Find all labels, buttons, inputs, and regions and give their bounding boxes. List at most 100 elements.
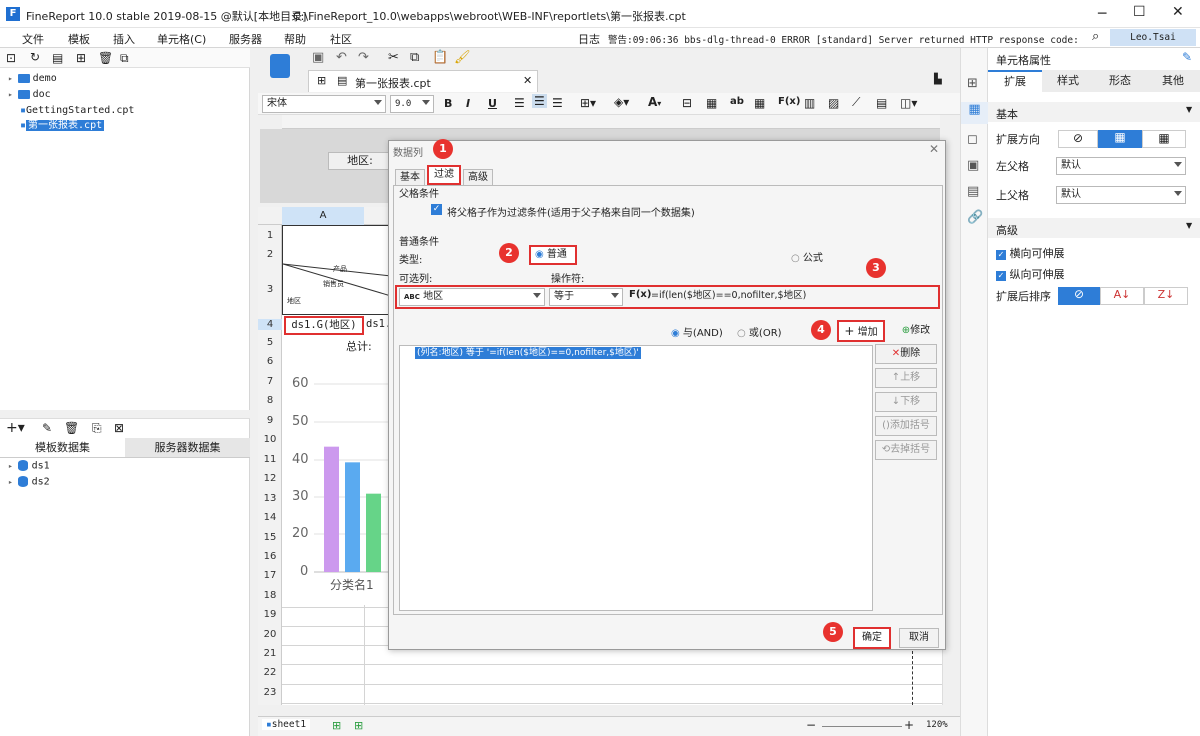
up-parent-select[interactable]: 默认	[1056, 186, 1186, 204]
search-icon[interactable]: ⌕	[1092, 29, 1099, 44]
zoom-minus-icon[interactable]: −	[806, 718, 816, 732]
menu-file[interactable]: 文件	[22, 31, 44, 47]
expand-horizontal-button[interactable]: ▦	[1142, 130, 1186, 148]
editor-tab[interactable]: ⊞ ▤ 第一张报表.cpt ✕	[308, 70, 538, 92]
cancel-button[interactable]: 取消	[899, 628, 939, 648]
formula-input[interactable]: =if(len($地区)==0,nofilter,$地区)	[647, 288, 937, 306]
border-icon[interactable]: ⊞▾	[580, 96, 596, 110]
panel-settings-icon[interactable]: ✎	[1182, 50, 1192, 64]
menu-cell[interactable]: 单元格(C)	[157, 31, 206, 47]
table-icon[interactable]: ▦	[754, 96, 765, 110]
add-sheet2-icon[interactable]: ⊞	[354, 719, 363, 732]
save-icon[interactable]: ▣	[312, 50, 324, 65]
align-right-icon[interactable]: ☰	[552, 96, 563, 110]
menu-insert[interactable]: 插入	[113, 31, 135, 47]
tab-style[interactable]: 样式	[1042, 70, 1094, 92]
tab-server-dataset[interactable]: 服务器数据集	[125, 438, 250, 458]
add-sheet-icon[interactable]: ⊞	[332, 719, 341, 732]
align-center-icon[interactable]: ☰	[532, 94, 547, 108]
layout-icon[interactable]: ⊞	[967, 76, 978, 91]
tab-template-dataset[interactable]: 模板数据集	[0, 438, 125, 458]
insert-cell-icon[interactable]: ▦	[706, 96, 717, 110]
tab-shape[interactable]: 形态	[1094, 70, 1146, 92]
zoom-slider[interactable]	[822, 726, 902, 727]
tab-expand[interactable]: 扩展	[988, 70, 1042, 92]
radio-formula[interactable]: ○ 公式	[791, 249, 823, 264]
close-icon[interactable]: ✕	[1172, 4, 1184, 20]
column-select[interactable]: ABC 地区	[399, 288, 545, 306]
sort-desc-button[interactable]: Z↓	[1144, 287, 1188, 305]
new-folder-icon[interactable]: ⊡	[6, 51, 16, 65]
tab-close-icon[interactable]: ✕	[523, 74, 532, 87]
add-button[interactable]: + 增加	[837, 320, 885, 342]
delete-icon[interactable]: 🗑	[98, 51, 113, 65]
chart-icon[interactable]: ▥	[804, 96, 815, 110]
more-icon[interactable]: ◫▾	[900, 96, 917, 110]
font-select[interactable]: 宋体	[262, 95, 386, 113]
template-icon[interactable]	[270, 54, 290, 78]
user-badge[interactable]: Leo.Tsai	[1110, 29, 1196, 46]
condition-icon[interactable]: ▣	[967, 158, 979, 173]
hyperlink-icon[interactable]: 🔗	[967, 210, 983, 225]
underline-icon[interactable]: U	[488, 97, 497, 110]
menu-help[interactable]: 帮助	[284, 31, 306, 47]
move-down-button[interactable]: ↓下移	[875, 392, 937, 412]
remove-bracket-button[interactable]: ⟲去掉括号	[875, 440, 937, 460]
paste-icon[interactable]: 📋	[432, 50, 448, 65]
move-up-button[interactable]: ↑上移	[875, 368, 937, 388]
tree-item-demo[interactable]: ▸ demo	[8, 72, 57, 86]
formula-icon[interactable]: F(x)	[778, 96, 800, 107]
cell-b4[interactable]: ds1.	[366, 318, 390, 335]
open-icon[interactable]: ▤	[52, 51, 63, 65]
expand-vertical-button[interactable]: ▦	[1098, 130, 1142, 148]
tab-advanced[interactable]: 高级	[463, 169, 493, 185]
locate-icon[interactable]: ⊞	[76, 51, 86, 65]
cell-a4[interactable]: ds1.G(地区)	[284, 316, 364, 335]
cell-attr-icon[interactable]: ▦	[961, 102, 988, 124]
element-icon[interactable]: ▤	[967, 184, 979, 199]
splitter[interactable]	[0, 410, 250, 419]
bar-chart[interactable]	[282, 372, 388, 602]
widget-icon[interactable]: ◻	[967, 132, 978, 147]
operator-select[interactable]: 等于	[549, 288, 623, 306]
condition-item[interactable]: (列名:地区) 等于 '=if(len($地区)==0,nofilter,$地区…	[415, 347, 641, 359]
format-brush-icon[interactable]: 🖌	[454, 50, 471, 65]
tree-item-gettingstarted[interactable]: ▪GettingStarted.cpt	[20, 104, 134, 118]
alert-text[interactable]: 警告:09:06:36 bbs-dlg-thread-0 ERROR [stan…	[608, 32, 1084, 46]
cut-icon[interactable]: ✂	[388, 50, 399, 65]
log-link[interactable]: 日志	[578, 31, 600, 47]
delete-condition-button[interactable]: ✕删除	[875, 344, 937, 364]
tab-menu-icon[interactable]: ▙	[934, 74, 942, 85]
add-dataset-icon[interactable]: +▾	[6, 420, 25, 436]
menu-server[interactable]: 服务器	[229, 31, 262, 47]
tree-item-doc[interactable]: ▸ doc	[8, 88, 51, 102]
column-a-header[interactable]: A	[282, 207, 364, 225]
slash-header-cell[interactable]: 产品 销售员 地区	[282, 225, 391, 315]
trash-icon[interactable]: 🗑	[64, 421, 79, 435]
preview-icon[interactable]: ⎘	[92, 421, 102, 436]
copy-icon[interactable]: ⧉	[410, 50, 419, 65]
sort-asc-button[interactable]: A↓	[1100, 287, 1144, 305]
minimize-icon[interactable]: ─	[1098, 6, 1106, 22]
bold-icon[interactable]: B	[444, 97, 452, 110]
subreport-icon[interactable]: ▤	[876, 96, 887, 110]
tab-other[interactable]: 其他	[1146, 70, 1200, 92]
dataset-ds2[interactable]: ▸ ds2	[8, 476, 50, 488]
h-expand-checkbox[interactable]: ✓ 横向可伸展	[996, 245, 1065, 261]
tree-item-report[interactable]: ▪ 第一张报表.cpt	[20, 119, 105, 133]
sheet-tab[interactable]: ▪sheet1	[262, 719, 311, 730]
edit-icon[interactable]: ✎	[42, 421, 52, 435]
font-color-icon[interactable]: A▾	[648, 95, 661, 109]
radio-or[interactable]: ○ 或(OR)	[737, 324, 782, 339]
italic-icon[interactable]: I	[466, 97, 470, 110]
sort-none-button[interactable]: ⊘	[1058, 287, 1100, 305]
refresh-icon[interactable]: ↻	[30, 50, 40, 64]
parent-checkbox[interactable]: ✓	[431, 204, 442, 215]
dataset-ds1[interactable]: ▸ ds1	[8, 460, 50, 472]
param-icon[interactable]: ⊠	[114, 421, 124, 435]
align-left-icon[interactable]: ☰	[514, 96, 525, 110]
fill-icon[interactable]: ◈▾	[614, 95, 629, 109]
tab-filter[interactable]: 过滤	[427, 165, 461, 185]
tab-basic[interactable]: 基本	[395, 169, 425, 185]
menu-community[interactable]: 社区	[330, 31, 352, 47]
